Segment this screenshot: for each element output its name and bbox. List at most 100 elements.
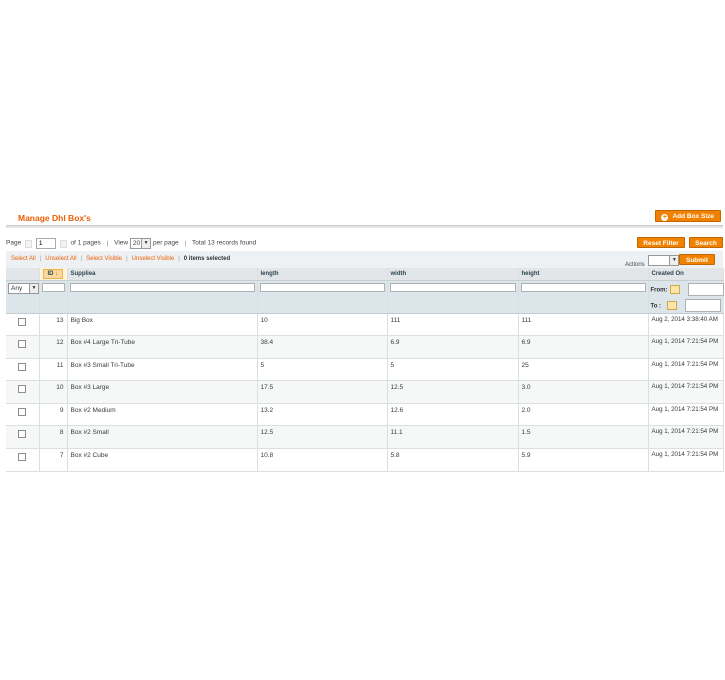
actions-select[interactable]: ▼ — [648, 255, 680, 266]
prev-page-icon[interactable] — [25, 239, 32, 248]
sort-arrow-icon: ↓ — [55, 270, 59, 277]
page-title: Manage Dhl Box's — [18, 213, 91, 223]
width-cell: 5 — [387, 358, 519, 382]
supplies-filter-input[interactable] — [69, 282, 255, 292]
id-cell: 9 — [39, 403, 68, 427]
page-number-input[interactable] — [35, 238, 56, 249]
row-checkbox[interactable] — [18, 362, 27, 371]
id-cell: 10 — [39, 380, 68, 404]
pager-separator: | — [184, 239, 187, 247]
reset-filter-button[interactable]: Reset Filter — [637, 237, 685, 248]
total-records: Total 13 records found — [191, 239, 257, 247]
of-pages-text: of 1 pages — [70, 239, 101, 247]
width-cell: 12.6 — [387, 403, 519, 427]
supplies-filter-cell — [67, 280, 258, 314]
id-cell: 12 — [39, 335, 68, 359]
height-cell: 3.0 — [518, 380, 649, 404]
id-column-header[interactable]: ID ↓ — [39, 268, 68, 281]
date-from-input[interactable] — [687, 282, 724, 296]
created-cell: Aug 1, 2014 7:21:54 PM — [648, 425, 724, 450]
supplies-cell: Box #3 Small Tri-Tube — [67, 358, 258, 382]
row-checkbox[interactable] — [18, 453, 27, 462]
width-cell: 111 — [387, 313, 519, 337]
select-all-link[interactable]: Select All — [11, 256, 36, 262]
calendar-icon[interactable] — [669, 284, 680, 294]
row-checkbox[interactable] — [18, 407, 27, 416]
id-cell: 8 — [39, 425, 68, 450]
filter-row: Any ▼ From: To : — [6, 280, 724, 314]
pager-separator: | — [106, 239, 109, 247]
table-row[interactable]: 12 Box #4 Large Tri-Tube 38.4 6.9 6.9 Au… — [6, 335, 724, 359]
created-cell: Aug 1, 2014 7:21:54 PM — [648, 335, 724, 359]
created-cell: Aug 2, 2014 3:38:40 AM — [648, 313, 724, 337]
supplies-column-header[interactable]: Suppliea — [67, 268, 258, 281]
actions-group: Actions ▼ — [625, 255, 680, 268]
row-checkbox-cell — [6, 448, 40, 472]
chevron-down-icon: ▼ — [29, 283, 38, 293]
search-button[interactable]: Search — [689, 237, 723, 248]
row-checkbox-cell — [6, 380, 40, 404]
row-checkbox-cell — [6, 358, 40, 382]
length-cell: 38.4 — [257, 335, 388, 359]
page-label: Page — [6, 239, 22, 247]
length-column-header[interactable]: length — [257, 268, 388, 281]
date-to-row: To : — [650, 298, 722, 312]
length-cell: 12.5 — [257, 425, 388, 450]
massaction-links: Select All | Unselect All | Select Visible | U… — [11, 256, 230, 262]
length-cell: 17.5 — [257, 380, 388, 404]
table-row[interactable]: 10 Box #3 Large 17.5 12.5 3.0 Aug 1, 201… — [6, 380, 724, 404]
created-cell: Aug 1, 2014 7:21:54 PM — [648, 448, 724, 472]
width-cell: 12.5 — [387, 380, 519, 404]
table-row[interactable]: 8 Box #2 Small 12.5 11.1 1.5 Aug 1, 2014… — [6, 425, 724, 450]
any-select[interactable]: Any ▼ — [8, 282, 39, 294]
created-column-header[interactable]: Created On — [648, 268, 724, 281]
row-checkbox[interactable] — [18, 430, 27, 439]
massaction-bar: Select All | Unselect All | Select Visible | U… — [6, 251, 723, 269]
height-filter-cell — [518, 280, 649, 314]
length-filter-cell — [257, 280, 388, 314]
id-cell: 13 — [39, 313, 68, 337]
per-page-select[interactable]: 20 ▼ — [129, 238, 152, 249]
id-filter-input[interactable] — [41, 282, 65, 292]
table-row[interactable]: 7 Box #2 Cube 10.8 5.8 5.9 Aug 1, 2014 7… — [6, 448, 724, 472]
title-divider — [6, 225, 723, 228]
select-visible-link[interactable]: Select Visible — [86, 256, 122, 262]
submit-button[interactable]: Submit — [679, 254, 715, 265]
to-label: To : — [650, 302, 662, 309]
created-cell: Aug 1, 2014 7:21:54 PM — [648, 403, 724, 427]
unselect-all-link[interactable]: Unselect All — [45, 256, 76, 262]
supplies-cell: Big Box — [67, 313, 258, 337]
created-cell: Aug 1, 2014 7:21:54 PM — [648, 358, 724, 382]
length-filter-input[interactable] — [259, 282, 385, 292]
massaction-header — [6, 268, 40, 281]
created-filter-cell: From: To : — [648, 280, 724, 314]
supplies-cell: Box #2 Cube — [67, 448, 258, 472]
next-page-icon[interactable] — [59, 239, 67, 248]
height-column-header[interactable]: height — [518, 268, 649, 281]
per-page-value: 20 — [132, 240, 141, 247]
height-filter-input[interactable] — [520, 282, 646, 292]
chevron-down-icon: ▼ — [669, 256, 679, 265]
separator: | — [80, 256, 83, 262]
table-row[interactable]: 13 Big Box 10 111 111 Aug 2, 2014 3:38:4… — [6, 313, 724, 337]
supplies-cell: Box #4 Large Tri-Tube — [67, 335, 258, 359]
height-cell: 1.5 — [518, 425, 649, 450]
unselect-visible-link[interactable]: Unselect Visible — [132, 256, 175, 262]
date-from-row: From: — [651, 282, 724, 296]
grid-header-row: ID ↓ Suppliea length width height Create… — [6, 268, 724, 281]
width-filter-input[interactable] — [389, 282, 516, 292]
width-column-header[interactable]: width — [387, 268, 519, 281]
add-box-size-button[interactable]: + Add Box Size — [655, 210, 721, 222]
row-checkbox[interactable] — [18, 317, 27, 326]
table-row[interactable]: 11 Box #3 Small Tri-Tube 5 5 25 Aug 1, 2… — [6, 358, 724, 382]
calendar-icon[interactable] — [667, 300, 678, 310]
add-button-label: Add Box Size — [672, 213, 714, 220]
row-checkbox[interactable] — [18, 385, 27, 394]
height-cell: 111 — [518, 313, 649, 337]
row-checkbox-cell — [6, 313, 40, 337]
row-checkbox[interactable] — [18, 340, 27, 349]
id-filter-cell — [39, 280, 68, 314]
table-row[interactable]: 9 Box #2 Medium 13.2 12.6 2.0 Aug 1, 201… — [6, 403, 724, 427]
date-to-input[interactable] — [685, 298, 722, 312]
length-cell: 13.2 — [257, 403, 388, 427]
